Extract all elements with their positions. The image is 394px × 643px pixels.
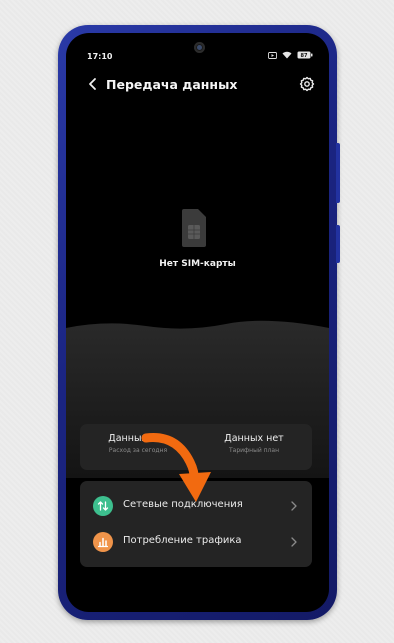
wifi-icon: [282, 51, 292, 59]
page-background: 17:10 87 Передача данных Нет SIM-карты Д…: [0, 0, 394, 643]
network-connections-label: Сетевые подключения: [123, 499, 243, 510]
front-camera: [194, 42, 205, 53]
phone-frame: 17:10 87 Передача данных Нет SIM-карты Д…: [58, 25, 340, 620]
data-usage-card: Данных нет Расход за сегодня Данных нет …: [80, 424, 312, 470]
phone-screen: 17:10 87 Передача данных Нет SIM-карты Д…: [66, 33, 329, 612]
chart-icon: [93, 532, 113, 552]
page-title: Передача данных: [106, 77, 238, 92]
back-arrow-icon[interactable]: [86, 77, 100, 91]
today-usage-caption: Расход за сегодня: [108, 447, 168, 454]
no-sim-message: Нет SIM-карты: [159, 259, 236, 269]
chevron-right-icon: [291, 537, 297, 547]
app-header: Передача данных: [66, 71, 329, 99]
traffic-usage-label: Потребление трафика: [123, 535, 242, 546]
battery-level: 87: [301, 53, 308, 59]
today-usage-value: Данных нет: [108, 433, 168, 444]
settings-list: Сетевые подключения Потребление трафика: [80, 481, 312, 567]
tariff-plan-value: Данных нет: [224, 433, 284, 444]
volume-button: [336, 143, 340, 203]
today-usage: Данных нет Расход за сегодня: [80, 433, 196, 454]
sim-card-icon: [182, 209, 206, 247]
list-item-traffic-usage[interactable]: Потребление трафика: [80, 524, 312, 560]
screen-record-icon: [268, 51, 277, 59]
tariff-plan[interactable]: Данных нет Тарифный план: [196, 433, 312, 454]
chevron-right-icon: [291, 501, 297, 511]
arrows-updown-icon: [93, 496, 113, 516]
status-icons: 87: [268, 51, 313, 59]
status-time: 17:10: [87, 52, 113, 61]
list-item-network-connections[interactable]: Сетевые подключения: [80, 488, 312, 524]
battery-icon: 87: [297, 51, 313, 59]
power-button: [336, 225, 340, 263]
gear-icon[interactable]: [299, 76, 315, 92]
tariff-plan-caption: Тарифный план: [228, 447, 279, 454]
